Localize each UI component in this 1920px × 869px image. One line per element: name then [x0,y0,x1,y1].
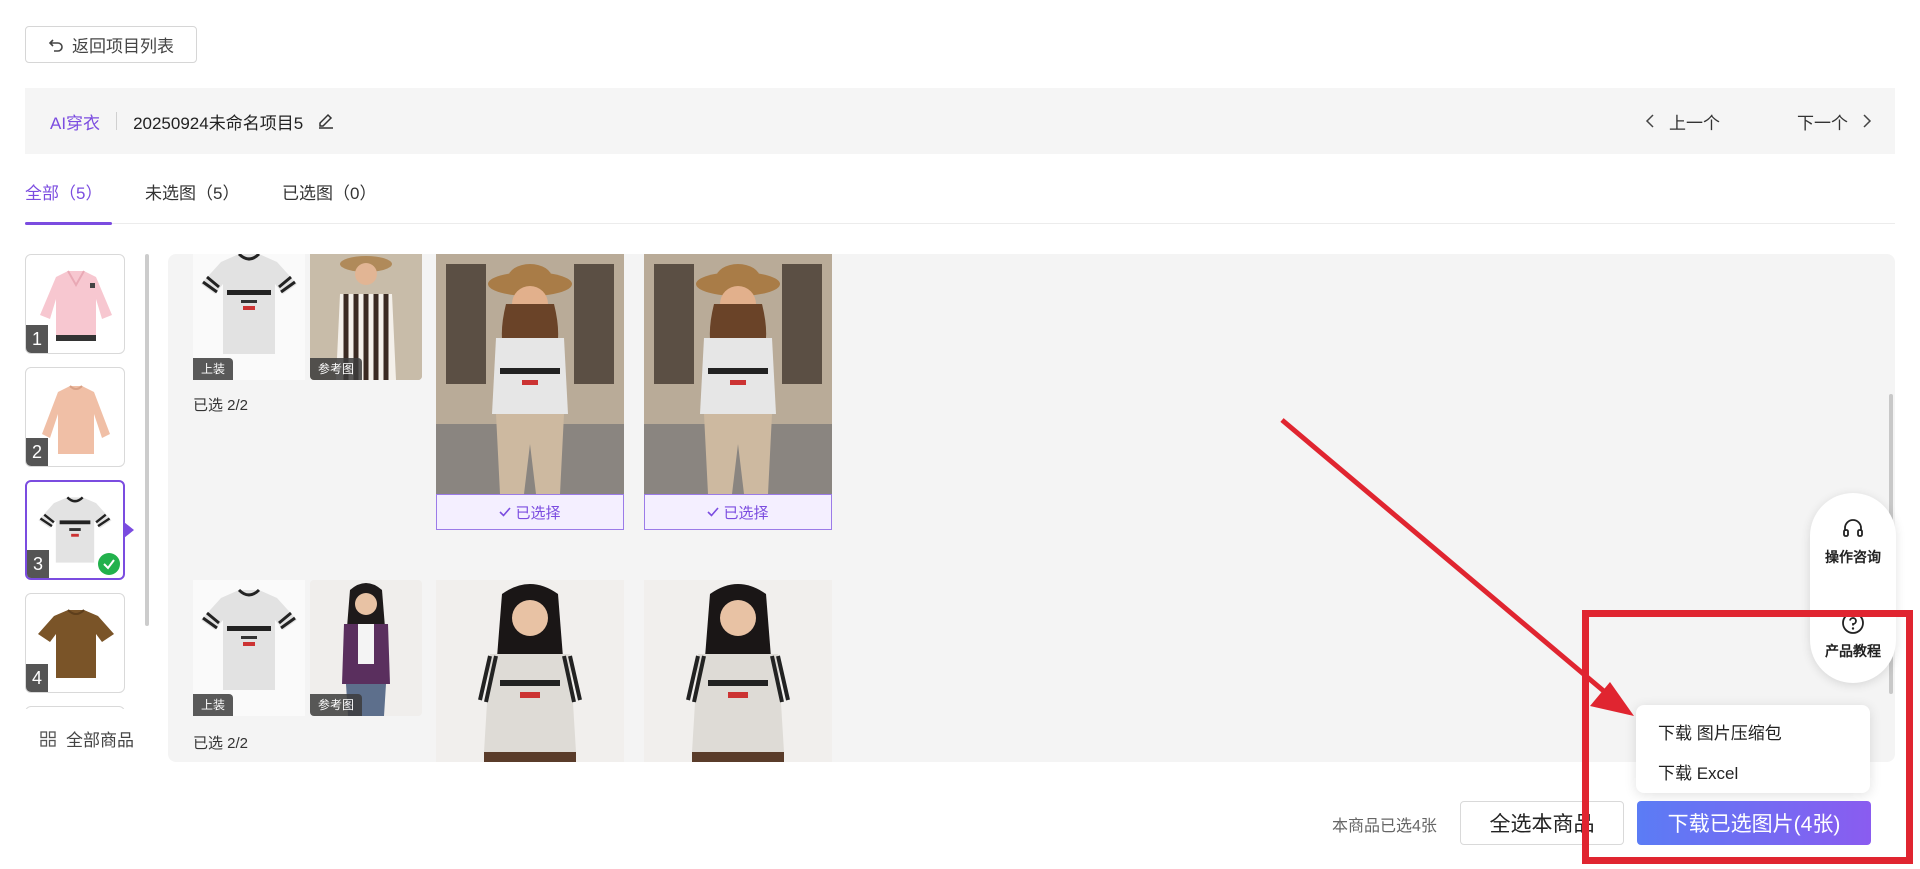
selected-check-icon [98,553,120,575]
previous-project-button[interactable]: 上一个 [1645,88,1720,154]
selected-status-button[interactable]: 已选择 [644,494,832,530]
project-name: 20250924未命名项目5 [133,113,304,133]
generated-result-image[interactable] [436,254,624,494]
reference-image-tag: 参考图 [310,694,363,716]
tutorial-button[interactable]: 产品教程 [1810,611,1896,661]
thumbnail-scrollbar[interactable] [145,254,149,626]
product-thumbnail[interactable]: 3 [25,480,125,580]
grid-icon [40,730,56,747]
selected-status-label: 已选择 [515,504,561,522]
model-wearing-tshirt-image [436,254,624,494]
divider [116,112,118,130]
help-float-panel: 操作咨询 产品教程 [1810,493,1896,683]
next-label: 下一个 [1797,113,1848,133]
selected-status-button[interactable]: 已选择 [436,494,624,530]
model-wearing-tshirt-image [644,580,832,762]
thumbnail-number: 4 [26,664,48,692]
thumbnail-number: 1 [26,325,48,353]
filter-tabs: 全部（5） 未选图（5） 已选图（0） [25,178,1895,225]
product-thumbnail[interactable]: 4 [25,593,125,693]
project-type-label: AI穿衣 [50,113,101,133]
generated-result-image[interactable] [436,580,624,762]
reference-image[interactable]: 参考图 [310,580,422,716]
garment-image[interactable]: 上装 [193,580,305,716]
model-wearing-tshirt-image [644,254,832,494]
model-wearing-tshirt-image [436,580,624,762]
consult-button[interactable]: 操作咨询 [1810,517,1896,567]
chevron-left-icon [1645,114,1654,128]
headset-icon [1843,519,1863,537]
top-garment-tag: 上装 [193,358,234,380]
check-icon [499,507,512,517]
project-bar: AI穿衣 20250924未命名项目5 上一个 下一个 [25,88,1895,154]
product-thumbnail[interactable]: 1 [25,254,125,354]
select-all-product-button[interactable]: 全选本商品 [1460,801,1624,845]
question-circle-icon [1842,612,1864,634]
download-options-menu: 下载 图片压缩包 下载 Excel [1636,705,1870,793]
product-thumbnail[interactable] [25,706,125,709]
active-thumbnail-pointer [124,522,134,538]
selection-count: 已选 2/2 [193,397,249,414]
download-selected-images-button[interactable]: 下载已选图片(4张) [1637,801,1871,845]
download-excel-option[interactable]: 下载 Excel [1658,759,1738,784]
generated-result-image[interactable] [644,254,832,494]
all-products-label: 全部商品 [66,731,134,750]
check-icon [707,507,720,517]
reference-image-tag: 参考图 [310,358,363,380]
garment-image[interactable]: 上装 [193,254,305,380]
result-gallery: 上装 参考图 已选 2/2 已选择 已选择 上装 参考图 已选 2/2 [168,254,1895,762]
generated-result-image[interactable] [644,580,832,762]
back-button-label: 返回项目列表 [72,37,174,56]
consult-label: 操作咨询 [1825,549,1881,565]
selection-count: 已选 2/2 [193,735,249,752]
next-project-button[interactable]: 下一个 [1797,88,1872,154]
undo-icon [48,38,63,52]
tab-unselected[interactable]: 未选图（5） [145,178,239,224]
thumbnail-number: 2 [26,438,48,466]
previous-label: 上一个 [1669,113,1720,133]
all-products-button[interactable]: 全部商品 [40,726,134,751]
selected-count-info: 本商品已选4张 [1332,818,1437,835]
product-thumbnail[interactable]: 2 [25,367,125,467]
back-to-project-list-button[interactable]: 返回项目列表 [25,26,197,63]
chevron-right-icon [1863,114,1872,128]
tab-selected[interactable]: 已选图（0） [282,178,376,224]
product-thumbnail-list: 1 2 3 4 [25,254,125,709]
tab-all[interactable]: 全部（5） [25,178,114,225]
reference-image[interactable]: 参考图 [310,254,422,380]
tutorial-label: 产品教程 [1825,643,1881,659]
download-zip-option[interactable]: 下载 图片压缩包 [1658,719,1782,744]
selected-status-label: 已选择 [723,504,769,522]
top-garment-tag: 上装 [193,694,234,716]
thumbnail-number: 3 [27,550,49,578]
edit-pencil-icon[interactable] [317,112,335,130]
